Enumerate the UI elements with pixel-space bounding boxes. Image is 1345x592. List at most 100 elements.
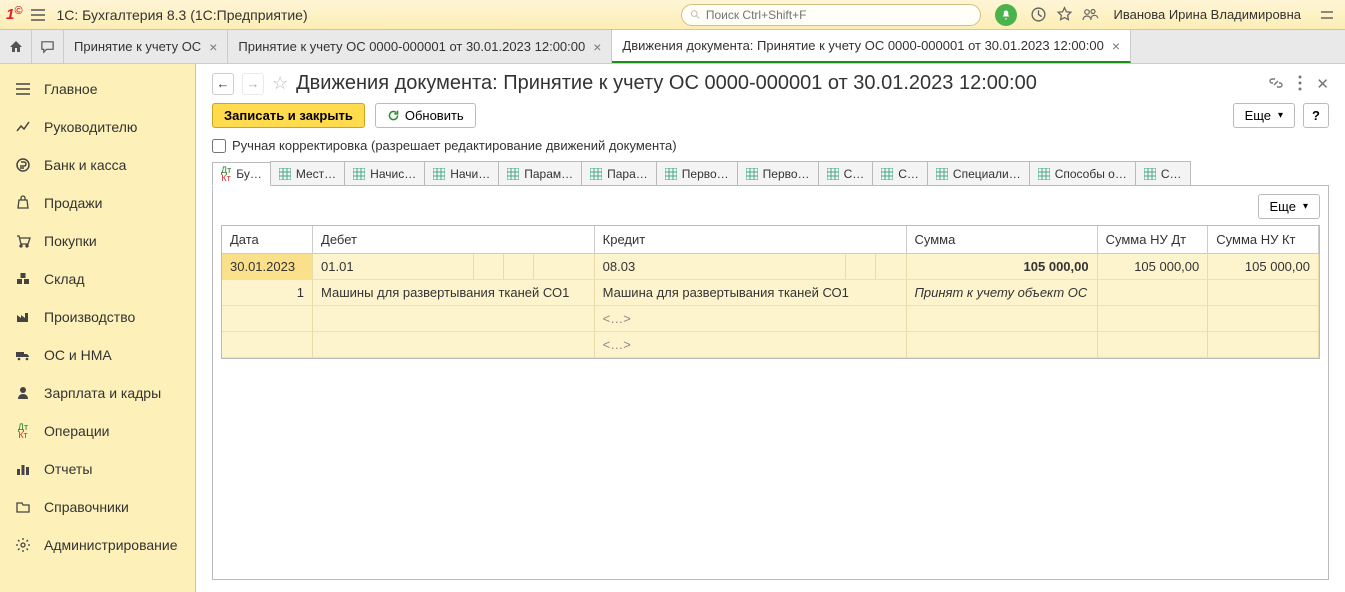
truck-icon: [14, 346, 32, 364]
itab-6[interactable]: Перво…: [656, 161, 738, 185]
grid-icon: [590, 168, 602, 180]
itab-9[interactable]: С…: [872, 161, 928, 185]
nav-production[interactable]: Производство: [0, 298, 195, 336]
cell-placeholder[interactable]: <…>: [594, 306, 906, 332]
kebab-icon[interactable]: [1298, 75, 1302, 93]
col-date[interactable]: Дата: [222, 226, 313, 254]
chat-button[interactable]: [32, 30, 64, 63]
col-sum-nu-dt[interactable]: Сумма НУ Дт: [1097, 226, 1208, 254]
tab-0[interactable]: Принятие к учету ОС ×: [64, 30, 228, 63]
itab-7[interactable]: Перво…: [737, 161, 819, 185]
hamburger-icon[interactable]: [30, 7, 46, 23]
close-page-icon[interactable]: ✕: [1316, 75, 1329, 93]
cell-credit-txt[interactable]: Машина для развертывания тканей СО1: [594, 280, 906, 306]
itab-3[interactable]: Начи…: [424, 161, 499, 185]
back-button[interactable]: ←: [212, 73, 234, 95]
itab-8[interactable]: С…: [818, 161, 874, 185]
cell-debit-txt[interactable]: Машины для развертывания тканей СО1: [313, 280, 595, 306]
itab-2[interactable]: Начис…: [344, 161, 425, 185]
cell-sum-nu-dt[interactable]: 105 000,00: [1097, 254, 1208, 280]
cell-comment[interactable]: Принят к учету объект ОС: [906, 280, 1097, 306]
tab-1[interactable]: Принятие к учету ОС 0000-000001 от 30.01…: [228, 30, 612, 63]
itab-1[interactable]: Мест…: [270, 161, 345, 185]
users-icon[interactable]: [1081, 6, 1099, 24]
close-icon[interactable]: ×: [593, 39, 601, 55]
cell-credit-acc[interactable]: 08.03: [594, 254, 845, 280]
cell-date[interactable]: 30.01.2023: [222, 254, 313, 280]
itab-11[interactable]: Способы о…: [1029, 161, 1136, 185]
cell-empty: [1208, 332, 1319, 358]
search-input[interactable]: [706, 8, 973, 22]
itab-10[interactable]: Специали…: [927, 161, 1030, 185]
boxes-icon: [14, 270, 32, 288]
nav-purchases[interactable]: Покупки: [0, 222, 195, 260]
register-more-button[interactable]: Еще▾: [1258, 194, 1320, 219]
equals-icon[interactable]: [1315, 7, 1339, 23]
manual-correction-row[interactable]: Ручная корректировка (разрешает редактир…: [212, 138, 1329, 153]
cell-empty: [1097, 332, 1208, 358]
more-label: Еще: [1270, 199, 1296, 214]
cell-empty: [222, 306, 313, 332]
page-title: Движения документа: Принятие к учету ОС …: [296, 72, 1260, 95]
itab-label: Начи…: [450, 167, 490, 181]
grid-icon: [827, 168, 839, 180]
star-icon[interactable]: [1055, 6, 1073, 24]
tab-2[interactable]: Движения документа: Принятие к учету ОС …: [612, 30, 1131, 63]
nav-assets[interactable]: ОС и НМА: [0, 336, 195, 374]
register-panel: Еще▾ Дата Дебет Кредит Сумма: [212, 186, 1329, 580]
help-button[interactable]: ?: [1303, 103, 1329, 128]
favorite-star-icon[interactable]: ☆: [272, 73, 288, 94]
nav-label: ОС и НМА: [44, 347, 112, 363]
nav-operations[interactable]: ДтКтОперации: [0, 412, 195, 450]
home-button[interactable]: [0, 30, 32, 63]
col-sum-nu-kt[interactable]: Сумма НУ Кт: [1208, 226, 1319, 254]
nav-warehouse[interactable]: Склад: [0, 260, 195, 298]
itab-label: Пара…: [607, 167, 648, 181]
search-box[interactable]: [681, 4, 981, 26]
user-name[interactable]: Иванова Ирина Владимировна: [1113, 7, 1301, 22]
forward-button[interactable]: →: [242, 73, 264, 95]
nav-label: Зарплата и кадры: [44, 385, 161, 401]
nav-main[interactable]: Главное: [0, 70, 195, 108]
refresh-label: Обновить: [405, 108, 464, 123]
nav-hr[interactable]: Зарплата и кадры: [0, 374, 195, 412]
grid-icon: [1038, 168, 1050, 180]
grid-icon: [353, 168, 365, 180]
close-icon[interactable]: ×: [209, 39, 217, 55]
itab-label: Перво…: [763, 167, 810, 181]
history-icon[interactable]: [1029, 6, 1047, 24]
nav-sales[interactable]: Продажи: [0, 184, 195, 222]
cell-empty: [473, 254, 503, 280]
nav-admin[interactable]: Администрирование: [0, 526, 195, 564]
itab-12[interactable]: С…: [1135, 161, 1191, 185]
itab-5[interactable]: Пара…: [581, 161, 657, 185]
link-icon[interactable]: [1268, 75, 1284, 93]
col-credit[interactable]: Кредит: [594, 226, 906, 254]
close-icon[interactable]: ×: [1112, 38, 1120, 54]
refresh-button[interactable]: Обновить: [375, 103, 476, 128]
cell-placeholder[interactable]: <…>: [594, 332, 906, 358]
manual-correction-label: Ручная корректировка (разрешает редактир…: [232, 138, 677, 153]
notifications-button[interactable]: [995, 4, 1017, 26]
col-sum[interactable]: Сумма: [906, 226, 1097, 254]
table-row[interactable]: <…>: [222, 332, 1319, 358]
nav-bank[interactable]: Банк и касса: [0, 146, 195, 184]
write-close-button[interactable]: Записать и закрыть: [212, 103, 365, 128]
table-row[interactable]: <…>: [222, 306, 1319, 332]
cell-sum[interactable]: 105 000,00: [906, 254, 1097, 280]
table-row[interactable]: 30.01.2023 01.01 08.03 105 000,00 105 00…: [222, 254, 1319, 280]
more-button[interactable]: Еще▾: [1233, 103, 1295, 128]
nav-catalogs[interactable]: Справочники: [0, 488, 195, 526]
manual-correction-checkbox[interactable]: [212, 139, 226, 153]
nav-manager[interactable]: Руководителю: [0, 108, 195, 146]
itab-4[interactable]: Парам…: [498, 161, 582, 185]
col-debit[interactable]: Дебет: [313, 226, 595, 254]
cell-sum-nu-kt[interactable]: 105 000,00: [1208, 254, 1319, 280]
cell-empty: [1208, 280, 1319, 306]
nav-reports[interactable]: Отчеты: [0, 450, 195, 488]
cell-rownum[interactable]: 1: [222, 280, 313, 306]
cell-debit-acc[interactable]: 01.01: [313, 254, 474, 280]
table-row[interactable]: 1 Машины для развертывания тканей СО1 Ма…: [222, 280, 1319, 306]
logo-1c: 1©: [6, 6, 22, 23]
itab-0[interactable]: ДтКт Бу…: [212, 162, 271, 186]
